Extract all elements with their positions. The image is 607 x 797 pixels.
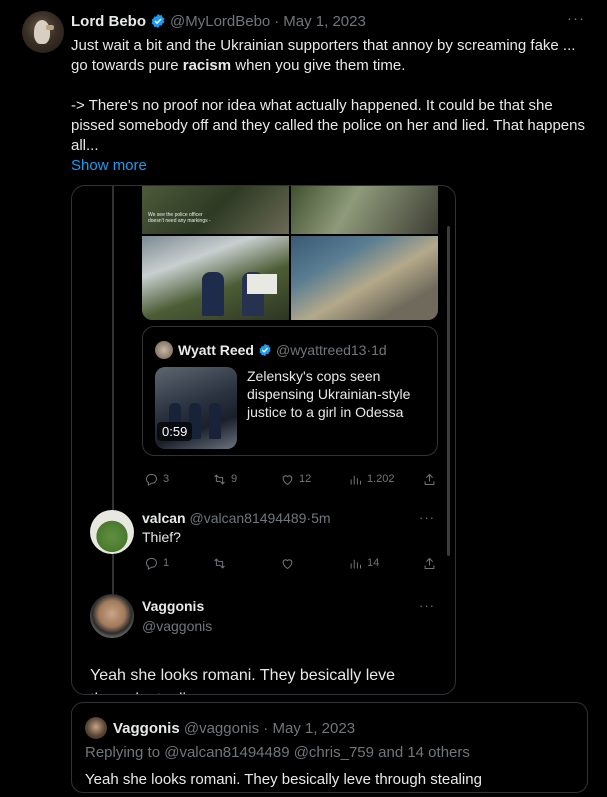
verified-badge-icon <box>151 14 165 28</box>
retweet-action: 9 <box>212 472 237 487</box>
reply1-age: 5m <box>311 510 331 526</box>
reply2-name: Vaggonis <box>142 598 205 614</box>
text-line1-post: when you give them time. <box>231 57 406 74</box>
tweet-header: Lord Bebo @MyLordBebo · May 1, 2023 <box>71 11 579 31</box>
photo-1: We see the police officer doesn't need a… <box>142 186 289 234</box>
more-dots-icon: ··· <box>419 598 435 613</box>
bird-figure <box>34 20 50 44</box>
video-duration: 0:59 <box>157 422 193 441</box>
retweet-action <box>212 556 227 571</box>
views-action: 1.202 <box>348 472 395 487</box>
author-handle[interactable]: @MyLordBebo <box>170 13 270 30</box>
embed-date: May 1, 2023 <box>272 719 356 737</box>
embed-handle: @vaggonis <box>183 719 260 737</box>
like-count: 12 <box>299 473 312 485</box>
photo-4-map <box>291 236 438 320</box>
reply-avatar-face <box>90 594 134 638</box>
scrollbar <box>447 226 450 556</box>
text-paragraph2: -> There's no proof nor idea what actual… <box>71 97 585 154</box>
reply-action: 1 <box>144 556 169 571</box>
quoted-text: Zelensky's cops seen dispensing Ukrainia… <box>247 368 411 420</box>
photo-caption: We see the police officer doesn't need a… <box>148 212 211 224</box>
action-bar: 1 14 <box>142 554 438 572</box>
retweet-icon <box>214 557 225 569</box>
embed-text: Yeah she looks romani. They besically le… <box>85 771 482 788</box>
author-avatar[interactable] <box>22 11 64 53</box>
reply-count: 1 <box>163 557 170 569</box>
reply-icon <box>146 557 157 570</box>
share-action <box>422 472 437 487</box>
quoted-name: Wyatt Reed <box>178 342 254 358</box>
quoted-header: Wyatt Reed @wyattreed13 · 1d <box>155 341 387 359</box>
quoted-age: 1d <box>371 342 387 358</box>
tweet-text: Just wait a bit and the Ukrainian suppor… <box>71 36 596 176</box>
more-dots-icon: ··· <box>419 510 435 525</box>
separator-dot: · <box>274 12 280 30</box>
view-count: 14 <box>367 557 380 569</box>
more-dots-icon[interactable]: ··· <box>567 10 585 27</box>
tweet: Lord Bebo @MyLordBebo · May 1, 2023 ··· … <box>0 0 607 797</box>
reply-count: 3 <box>163 473 170 485</box>
share-icon <box>424 557 435 569</box>
views-action: 14 <box>348 556 379 571</box>
share-action <box>422 556 437 571</box>
reply2-handle: @vaggonis <box>142 618 213 634</box>
replying-to: Replying to @valcan81494489 @chris_759 a… <box>85 744 470 761</box>
view-count: 1.202 <box>367 473 395 485</box>
person-figure <box>209 403 221 439</box>
quoted-reply-card[interactable]: Vaggonis @vaggonis · May 1, 2023 Replyin… <box>71 702 588 793</box>
person-figure <box>202 272 224 316</box>
reply2-handle-row: @vaggonis <box>142 618 212 634</box>
photo-grid: We see the police officer doesn't need a… <box>142 186 438 320</box>
bird-beak <box>46 25 54 30</box>
embed-header: Vaggonis @vaggonis · May 1, 2023 <box>85 717 355 739</box>
reply1-handle: @valcan81494489 <box>189 510 307 526</box>
reply1-header: valcan @valcan81494489 · 5m <box>142 510 331 526</box>
reply2-name-row: Vaggonis <box>142 598 204 614</box>
reply-action: 3 <box>144 472 169 487</box>
like-action: 12 <box>280 472 311 487</box>
quoted-handle: @wyattreed13 <box>275 342 367 358</box>
views-icon <box>350 475 361 484</box>
verified-badge-icon <box>259 343 271 357</box>
quoted-avatar <box>155 341 173 359</box>
retweet-count: 9 <box>231 473 238 485</box>
retweet-icon <box>214 473 225 485</box>
embed-avatar <box>85 717 107 739</box>
media-screenshot[interactable]: We see the police officer doesn't need a… <box>71 185 456 695</box>
show-more-link[interactable]: Show more <box>71 157 147 174</box>
like-action <box>280 556 295 571</box>
reply2-text: Yeah she looks romani. They besically le… <box>90 667 396 694</box>
views-icon <box>350 559 361 568</box>
sign-board <box>247 274 277 294</box>
share-icon <box>424 473 435 485</box>
heart-icon <box>282 474 293 485</box>
tweet-date[interactable]: May 1, 2023 <box>283 13 366 30</box>
photo-3 <box>142 236 289 320</box>
heart-icon <box>282 558 293 569</box>
reply1-text: Thief? <box>142 529 181 545</box>
action-bar: 3 9 12 1.202 <box>142 470 438 488</box>
text-bold-word: racism <box>182 57 232 74</box>
reply-icon <box>146 473 157 486</box>
photo-2 <box>291 186 438 234</box>
separator-dot: · <box>259 719 273 737</box>
author-name[interactable]: Lord Bebo <box>71 13 146 30</box>
embed-name: Vaggonis <box>113 719 180 737</box>
reply-avatar-frog <box>90 510 134 554</box>
reply1-name: valcan <box>142 510 186 526</box>
quoted-tweet[interactable]: Wyatt Reed @wyattreed13 · 1d 0:59 Zelens… <box>142 326 438 456</box>
